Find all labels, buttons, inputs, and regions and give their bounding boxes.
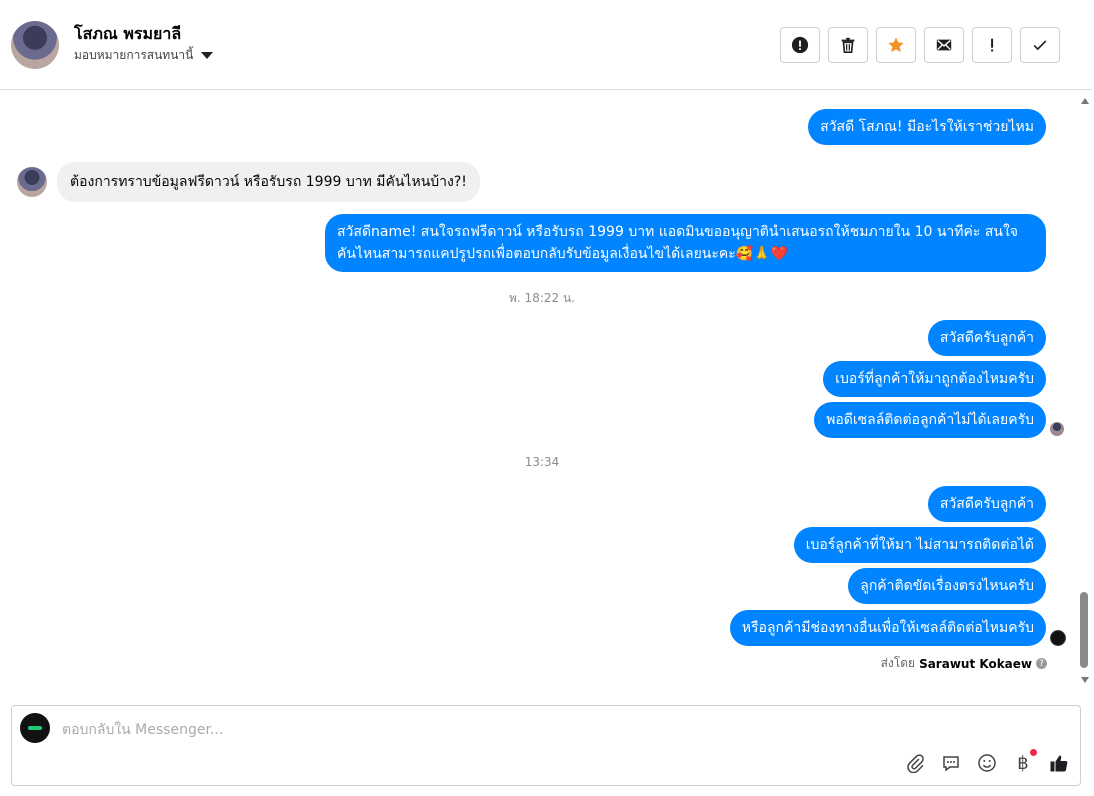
reply-input[interactable] xyxy=(60,718,964,742)
contact-avatar[interactable] xyxy=(11,21,59,69)
page-avatar xyxy=(20,713,50,743)
timestamp: 13:34 xyxy=(524,455,560,469)
conversation-header: โสภณ พรมยาลี มอบหมายการสนทนานี้ xyxy=(0,0,1092,90)
sender-page-avatar xyxy=(1050,630,1066,646)
check-icon xyxy=(1033,40,1047,51)
composer-tools: ฿ xyxy=(904,749,1070,774)
scrollbar-thumb[interactable] xyxy=(1080,592,1088,668)
message-bubble-outgoing[interactable]: เบอร์ลูกค้าที่ให้มา ไม่สามารถติดต่อได้ xyxy=(793,527,1046,563)
contact-avatar-small xyxy=(17,167,47,197)
payment-icon[interactable]: ฿ xyxy=(1012,749,1037,774)
saved-replies-icon[interactable] xyxy=(940,752,962,774)
trash-icon xyxy=(841,37,855,54)
assign-label: มอบหมายการสนทนานี้ xyxy=(74,48,194,62)
star-button[interactable] xyxy=(876,27,916,63)
star-icon xyxy=(888,37,904,53)
read-receipt-avatar xyxy=(1050,422,1064,436)
like-icon[interactable] xyxy=(1048,752,1070,774)
message-bubble-outgoing[interactable]: สวัสดีครับลูกค้า xyxy=(927,320,1046,356)
message-bubble-outgoing[interactable]: สวัสดีname! สนใจรถฟรีดาวน์ หรือรับรถ 199… xyxy=(325,214,1046,272)
message-bubble-outgoing[interactable]: พอดีเซลล์ติดต่อลูกค้าไม่ได้เลยครับ xyxy=(814,402,1046,438)
reply-composer: ฿ xyxy=(11,705,1081,786)
message-bubble-outgoing[interactable]: สวัสดีครับลูกค้า xyxy=(927,486,1046,522)
emoji-icon[interactable] xyxy=(976,752,998,774)
scroll-up-arrow-icon[interactable] xyxy=(1081,98,1089,104)
header-actions xyxy=(780,27,1060,63)
message-bubble-incoming[interactable]: ต้องการทราบข้อมูลฟรีดาวน์ หรือรับรถ 1999… xyxy=(57,162,480,202)
sent-by-label: ส่งโดย Sarawut Kokaew ? xyxy=(881,654,1047,673)
message-bubble-outgoing[interactable]: สวัสดี โสภณ! มีอะไรให้เราช่วยไหม xyxy=(808,109,1046,145)
exclamation-icon xyxy=(991,38,994,52)
delete-button[interactable] xyxy=(828,27,868,63)
sent-by-name[interactable]: Sarawut Kokaew xyxy=(919,657,1032,671)
notification-dot xyxy=(1030,749,1037,756)
message-bubble-outgoing[interactable]: เบอร์ที่ลูกค้าให้มาถูกต้องไหมครับ xyxy=(823,361,1046,397)
thread-scrollbar[interactable] xyxy=(1078,90,1092,692)
message-bubble-outgoing[interactable]: ลูกค้าติดขัดเรื่องตรงไหนครับ xyxy=(848,568,1046,604)
contact-name[interactable]: โสภณ พรมยาลี xyxy=(74,22,181,47)
envelope-icon xyxy=(936,39,952,51)
follow-up-button[interactable] xyxy=(972,27,1012,63)
mark-done-button[interactable] xyxy=(1020,27,1060,63)
help-icon[interactable]: ? xyxy=(1036,658,1047,669)
timestamp: พ. 18:22 น. xyxy=(509,291,575,305)
message-thread[interactable]: สวัสดี โสภณ! มีอะไรให้เราช่วยไหม ต้องการ… xyxy=(0,90,1078,692)
caret-down-icon xyxy=(201,52,214,59)
assign-conversation-dropdown[interactable]: มอบหมายการสนทนานี้ xyxy=(74,46,214,65)
scroll-down-arrow-icon[interactable] xyxy=(1081,677,1089,683)
mark-unread-button[interactable] xyxy=(924,27,964,63)
spam-button[interactable] xyxy=(780,27,820,63)
sent-by-prefix: ส่งโดย xyxy=(880,656,916,670)
attachment-icon[interactable] xyxy=(904,752,926,774)
baht-icon: ฿ xyxy=(1017,752,1029,774)
alert-circle-icon xyxy=(791,36,809,54)
message-bubble-outgoing[interactable]: หรือลูกค้ามีช่องทางอื่นเพื่อให้เซลล์ติดต… xyxy=(729,610,1046,646)
